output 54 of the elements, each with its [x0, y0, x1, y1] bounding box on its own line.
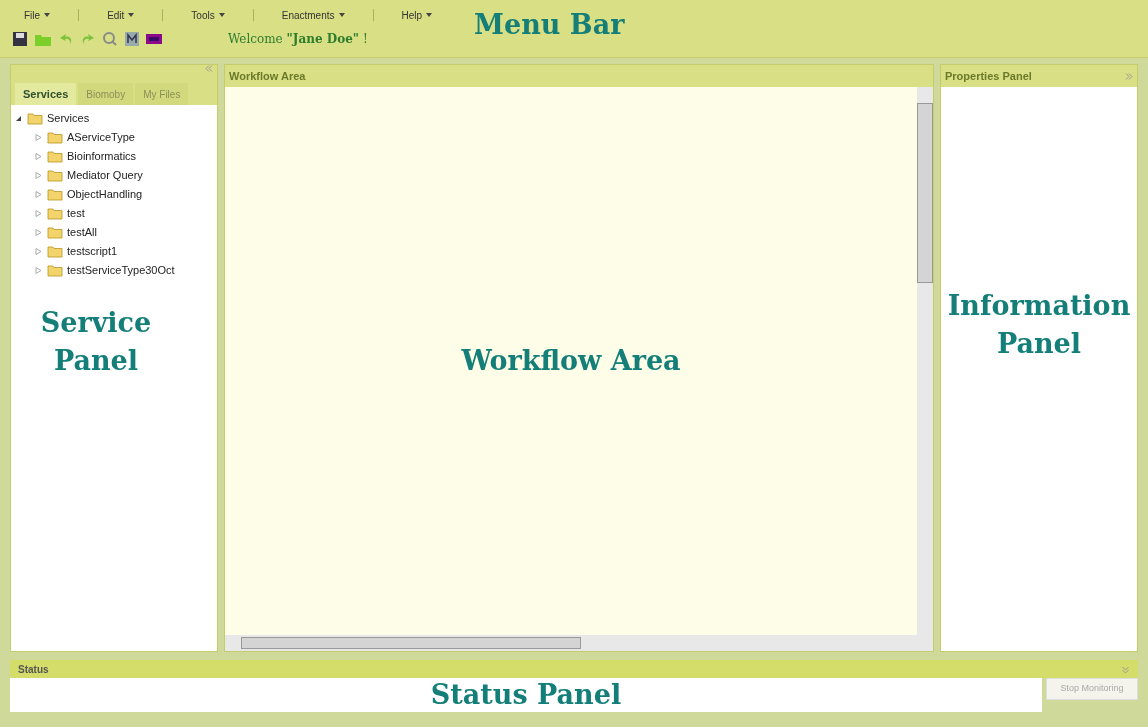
collapsed-arrow-icon[interactable]	[35, 153, 43, 160]
collapsed-arrow-icon[interactable]	[35, 248, 43, 255]
menu-item[interactable]: Edit	[95, 7, 147, 23]
tree-item[interactable]: AServiceType	[67, 129, 135, 146]
folder-icon	[47, 188, 63, 201]
expanded-arrow-icon[interactable]	[15, 115, 23, 122]
menu-item[interactable]: File	[12, 7, 63, 23]
collapse-icon[interactable]	[205, 65, 213, 72]
folder-icon	[27, 112, 43, 125]
collapsed-arrow-icon[interactable]	[35, 229, 43, 236]
tree-item[interactable]: testServiceType30Oct	[67, 262, 175, 279]
annotation-label: Service Panel	[39, 306, 153, 378]
folder-icon	[47, 150, 63, 163]
collapse-icon[interactable]	[1122, 665, 1130, 673]
horizontal-scrollbar[interactable]	[225, 635, 917, 651]
vertical-scrollbar[interactable]	[917, 87, 933, 651]
panel-header: Workflow Area	[225, 65, 933, 87]
tree-item[interactable]: ObjectHandling	[67, 186, 143, 203]
panel-header: Properties Panel	[945, 68, 1032, 84]
collapsed-arrow-icon[interactable]	[35, 172, 43, 179]
caret-icon	[128, 13, 135, 17]
tree-item[interactable]: Bioinformatics	[67, 148, 137, 165]
collapsed-arrow-icon[interactable]	[35, 267, 43, 274]
folder-icon	[47, 131, 63, 144]
welcome-text: Welcome "Jane Doe" !	[228, 31, 368, 48]
folder-icon	[47, 169, 63, 182]
caret-icon	[44, 13, 51, 17]
tree-item[interactable]: Services	[47, 110, 90, 127]
tab[interactable]: Services	[15, 83, 77, 105]
panel-header: Status	[18, 662, 49, 677]
folder-icon	[47, 207, 63, 220]
menu-item[interactable]: Help	[389, 7, 445, 23]
folder-icon	[47, 245, 63, 258]
annotation-label: Status Panel	[430, 678, 622, 712]
annotation-label: Information Panel	[946, 289, 1132, 361]
tree-item[interactable]: Mediator Query	[67, 167, 143, 184]
tree-item[interactable]: testscript1	[67, 243, 118, 260]
folder-icon	[47, 264, 63, 277]
search-icon[interactable]	[102, 31, 118, 47]
caret-icon	[338, 13, 345, 17]
folder-icon	[47, 226, 63, 239]
tree-item[interactable]: test	[67, 205, 85, 222]
caret-icon	[218, 13, 225, 17]
expand-icon[interactable]	[1125, 72, 1133, 80]
collapsed-arrow-icon[interactable]	[35, 210, 43, 217]
annotation-label: Workflow Area	[461, 344, 681, 378]
menu-item[interactable]: Enactments	[269, 7, 357, 23]
collapsed-arrow-icon[interactable]	[35, 134, 43, 141]
menu-item[interactable]: Tools	[179, 7, 237, 23]
collapsed-arrow-icon[interactable]	[35, 191, 43, 198]
caret-icon	[426, 13, 433, 17]
tree-item[interactable]: testAll	[67, 224, 97, 241]
save-icon[interactable]	[12, 31, 28, 47]
annotation-label: Menu Bar	[474, 8, 625, 42]
